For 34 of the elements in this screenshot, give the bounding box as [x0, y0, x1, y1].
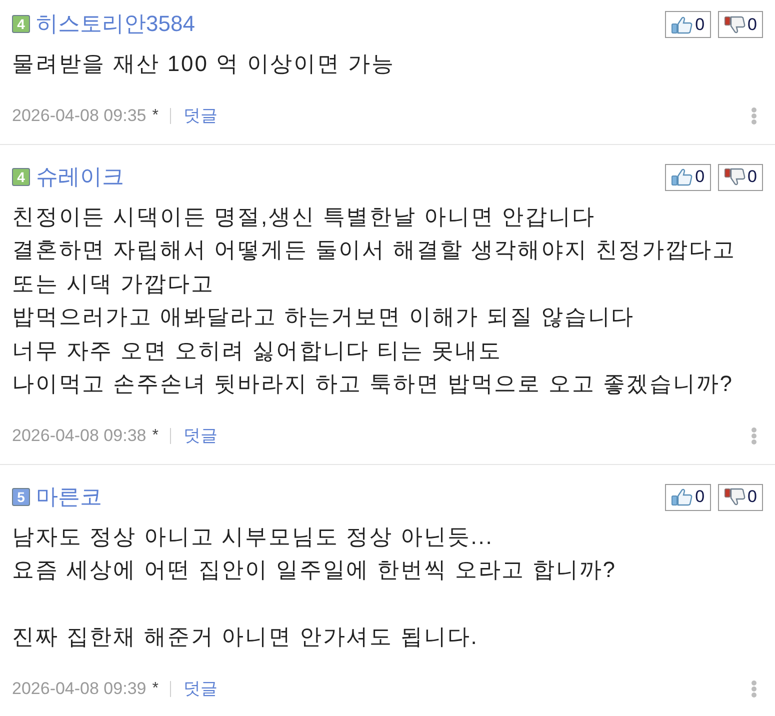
thumbs-up-icon	[671, 488, 694, 506]
more-options-icon[interactable]	[751, 106, 757, 124]
downvote-button[interactable]: 0	[718, 164, 763, 190]
more-options-icon[interactable]	[751, 426, 757, 444]
level-badge: 4	[12, 168, 30, 186]
author-name[interactable]: 슈레이크	[36, 164, 124, 190]
level-badge: 4	[12, 15, 30, 33]
upvote-button[interactable]: 0	[665, 11, 711, 38]
comment-text: 물려받을 재산 100 억 이상이면 가능	[12, 50, 396, 78]
downvote-button[interactable]: 0	[718, 484, 763, 510]
reply-link[interactable]: 덧글	[183, 102, 218, 128]
comment-date: 2026-04-08 09:35	[12, 104, 146, 127]
thumbs-down-icon	[724, 488, 746, 506]
edited-mark: *	[152, 678, 158, 698]
level-badge: 5	[12, 488, 30, 506]
upvote-button[interactable]: 0	[665, 484, 711, 510]
thumbs-up-icon	[671, 16, 694, 34]
edited-mark: *	[152, 426, 158, 446]
author-name[interactable]: 히스토리안3584	[36, 11, 195, 37]
comment-text: 남자도 정상 아니고 시부모님도 정상 아닌듯... 요즘 세상에 어떤 집안이 일주일에 한번씩 오라고 합니까?	[12, 522, 618, 584]
upvote-button[interactable]: 0	[665, 164, 711, 190]
author-name[interactable]: 마른코	[36, 484, 102, 510]
comment-date: 2026-04-08 09:38	[12, 424, 146, 447]
thumbs-down-icon	[724, 16, 746, 34]
more-options-icon[interactable]	[751, 680, 757, 698]
edited-mark: *	[152, 106, 158, 126]
thumbs-up-icon	[671, 168, 694, 186]
reply-link[interactable]: 덧글	[183, 422, 218, 448]
thumbs-down-icon	[724, 168, 746, 186]
comment-text: 친정이든 시댁이든 명절,생신 특별한날 아니면 안갑니다 결혼하면 자립해서 어떻게든 둘이서 해결할 생각해야지 친정가깝다고 또는 시댁 가깝다고 밥먹으러가고 애봐달라고 하는거보면 이해가 되질 않습니다 너무 자주 오면 오히려 싫어합니다 티는 못내도 나이먹고 손주손녀 뒷바라지 하고 툭하면 밥먹으로 오고 좋겠습니까?	[12, 202, 737, 398]
comment-date: 2026-04-08 09:39	[12, 678, 146, 700]
reply-link[interactable]: 덧글	[183, 676, 218, 702]
downvote-button[interactable]: 0	[718, 11, 763, 38]
comment-text: 진짜 집한채 해준거 아니면 안가셔도 됩니다.	[12, 623, 480, 651]
